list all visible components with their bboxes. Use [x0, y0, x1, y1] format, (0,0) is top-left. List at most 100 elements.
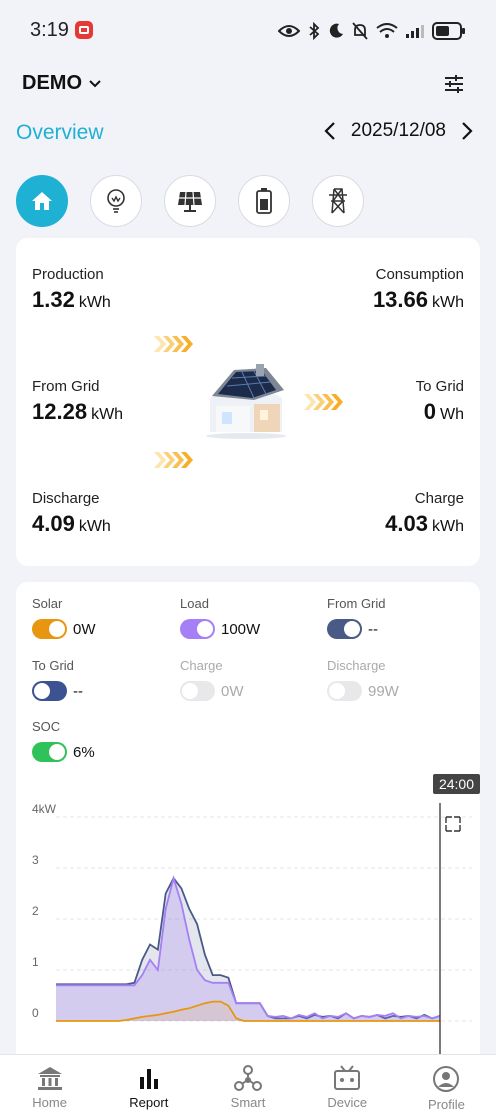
current-date[interactable]: 2025/12/08 — [351, 120, 446, 142]
production-value: 1.32 — [32, 287, 75, 312]
battery-status-icon — [432, 22, 465, 40]
bottom-navigation: Home Report Smart Device Profile — [0, 1054, 496, 1120]
from-grid-label: From Grid — [32, 378, 100, 395]
power-chart[interactable]: 4kW 3 2 1 0 — [16, 796, 480, 1068]
toggle-charge-label: Charge — [180, 658, 223, 673]
flow-arrows-top — [154, 336, 193, 352]
consumption-unit: kWh — [432, 294, 464, 311]
series-area-load — [56, 878, 440, 1021]
tab-battery[interactable] — [238, 175, 290, 227]
profile-icon — [433, 1066, 460, 1092]
bank-icon — [37, 1067, 62, 1090]
home-icon — [32, 192, 52, 210]
bulb-icon — [107, 189, 125, 213]
to-grid-switch[interactable] — [32, 681, 67, 701]
bar-chart-icon — [139, 1069, 158, 1089]
charge-unit: kWh — [432, 518, 464, 535]
toggle-solar-value: 0W — [73, 620, 96, 638]
y-tick-label: 1 — [32, 955, 39, 969]
toggle-soc-value: 6% — [73, 743, 95, 761]
toggle-discharge-value: 99W — [368, 682, 399, 700]
wifi-icon — [376, 23, 398, 38]
toggle-load-label: Load — [180, 596, 209, 611]
from-grid-unit: kWh — [91, 406, 124, 423]
discharge-unit: kWh — [78, 518, 111, 535]
category-tabs — [16, 175, 364, 227]
nav-device[interactable]: Device — [298, 1055, 397, 1120]
status-bar: 3:19 — [0, 0, 496, 62]
toggle-to-grid-label: To Grid — [32, 658, 74, 673]
from-grid-value: 12.28 — [32, 399, 88, 424]
status-time: 3:19 — [30, 19, 69, 41]
chevron-down-icon — [89, 79, 101, 87]
chevron-right-icon[interactable] — [460, 120, 474, 142]
filter-settings-icon[interactable] — [442, 72, 466, 96]
charge-value: 4.03 — [385, 511, 428, 536]
device-icon — [334, 1065, 361, 1090]
from-grid-switch[interactable] — [327, 619, 362, 639]
discharge-value: 4.09 — [32, 511, 75, 536]
date-navigator: 2025/12/08 — [323, 120, 474, 142]
discharge-switch[interactable] — [327, 681, 362, 701]
production-stat: Production 1.32 kWh — [32, 266, 111, 313]
solar-panel-icon — [178, 191, 202, 212]
toggle-from-grid-value: -- — [368, 620, 378, 638]
bluetooth-icon — [309, 22, 320, 40]
consumption-value: 13.66 — [372, 287, 428, 312]
chevron-left-icon[interactable] — [323, 120, 337, 142]
soc-switch[interactable] — [32, 742, 67, 762]
production-unit: kWh — [78, 294, 111, 311]
charge-switch[interactable] — [180, 681, 215, 701]
y-tick-label: 0 — [32, 1006, 39, 1020]
toggle-soc-label: SOC — [32, 719, 61, 734]
top-bar: DEMO — [0, 62, 496, 108]
expand-icon[interactable] — [445, 816, 461, 832]
battery-icon — [256, 188, 272, 214]
toggle-solar: Solar 0W — [32, 596, 96, 639]
toggle-load-value: 100W — [221, 620, 261, 638]
tab-grid[interactable] — [312, 175, 364, 227]
y-tick-label: 3 — [32, 853, 39, 867]
site-name: DEMO — [22, 72, 82, 94]
to-grid-stat: To Grid 0 Wh — [416, 378, 464, 425]
section-title: Overview — [16, 121, 104, 144]
to-grid-label: To Grid — [415, 378, 464, 395]
toggle-charge: Charge 0W — [180, 658, 244, 701]
toggle-discharge-label: Discharge — [327, 658, 386, 673]
from-grid-stat: From Grid 12.28 kWh — [32, 378, 123, 425]
nav-report[interactable]: Report — [99, 1055, 198, 1120]
flow-arrows-middle — [304, 394, 343, 410]
toggle-load: Load 100W — [180, 596, 260, 639]
toggle-discharge: Discharge 99W — [327, 658, 399, 701]
nav-device-label: Device — [327, 1095, 368, 1110]
house-illustration — [206, 364, 286, 439]
status-icons — [278, 18, 466, 44]
discharge-label: Discharge — [32, 490, 100, 507]
toggle-soc: SOC 6% — [32, 719, 95, 762]
tab-consumption[interactable] — [90, 175, 142, 227]
toggle-to-grid: To Grid -- — [32, 658, 83, 701]
charge-stat: Charge 4.03 kWh — [385, 490, 464, 537]
consumption-label: Consumption — [375, 266, 464, 283]
nav-profile[interactable]: Profile — [397, 1055, 496, 1120]
nav-home[interactable]: Home — [0, 1055, 99, 1120]
toggle-from-grid: From Grid -- — [327, 596, 386, 639]
y-tick-label: 4kW — [32, 802, 57, 816]
time-marker-label: 24:00 — [432, 774, 480, 794]
load-switch[interactable] — [180, 619, 215, 639]
to-grid-unit: Wh — [440, 406, 464, 423]
y-tick-label: 2 — [32, 904, 39, 918]
eye-icon — [278, 25, 300, 37]
nav-home-label: Home — [32, 1095, 67, 1110]
production-label: Production — [32, 266, 104, 283]
tab-home[interactable] — [16, 175, 68, 227]
signal-icon — [406, 25, 424, 38]
toggle-to-grid-value: -- — [73, 682, 83, 700]
tab-solar[interactable] — [164, 175, 216, 227]
site-selector[interactable]: DEMO — [22, 72, 102, 95]
nav-smart[interactable]: Smart — [198, 1055, 297, 1120]
toggle-charge-value: 0W — [221, 682, 244, 700]
toggle-from-grid-label: From Grid — [327, 596, 386, 611]
moon-icon — [329, 23, 343, 38]
solar-switch[interactable] — [32, 619, 67, 639]
